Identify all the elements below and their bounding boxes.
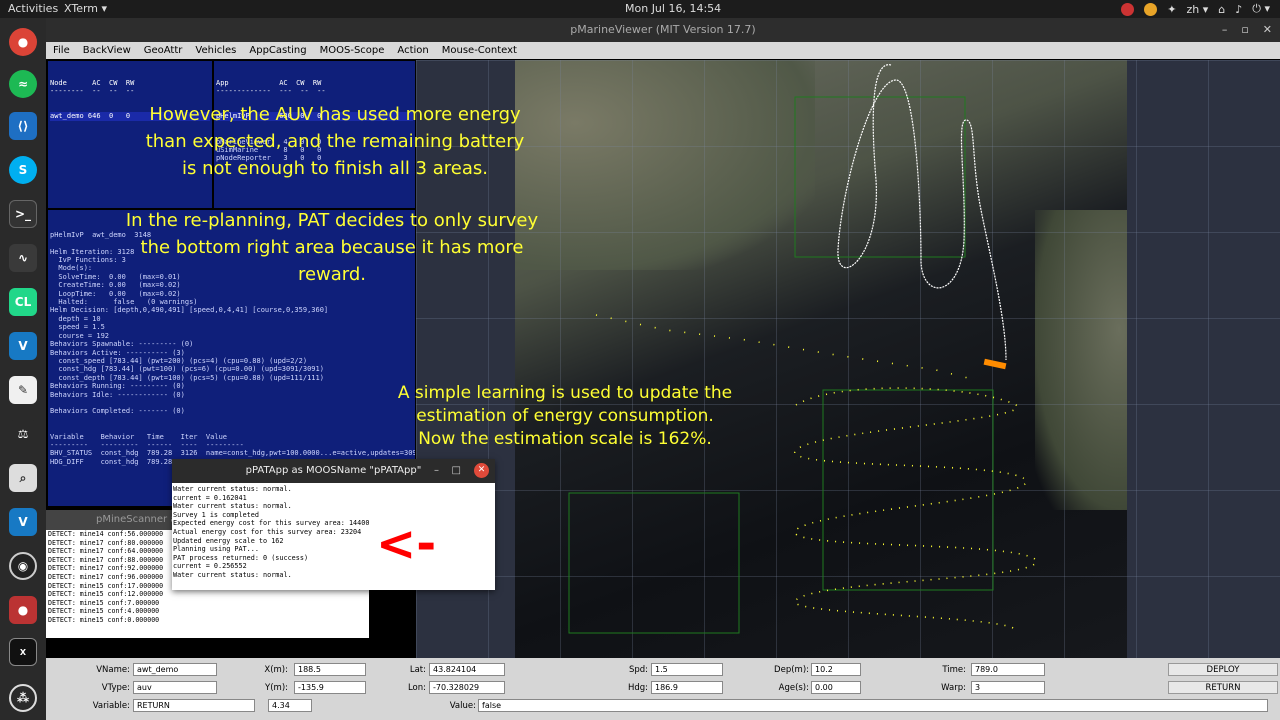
minimize-icon[interactable]: – xyxy=(434,459,439,483)
terminal-icon[interactable]: >_ xyxy=(9,200,37,228)
chrome-icon[interactable]: ● xyxy=(9,28,37,56)
menu-moos-scope[interactable]: MOOS-Scope xyxy=(320,42,385,59)
menu-bar: File BackView GeoAttr Vehicles AppCastin… xyxy=(46,42,1280,59)
vnc-icon[interactable]: V xyxy=(9,508,37,536)
menu-vehicles[interactable]: Vehicles xyxy=(195,42,236,59)
recorder-icon[interactable]: ● xyxy=(9,596,37,624)
ubuntu-apps-icon[interactable]: ⁂ xyxy=(9,684,37,712)
maximize-icon[interactable]: □ xyxy=(452,459,461,483)
spotify-icon[interactable]: ≈ xyxy=(9,70,37,98)
vname-label: VName: xyxy=(96,665,130,675)
minimize-icon[interactable]: – xyxy=(1222,18,1228,42)
lon-label: Lon: xyxy=(407,683,426,693)
close-icon[interactable]: ✕ xyxy=(474,463,489,478)
warp-label: Warp: xyxy=(941,683,966,693)
tm-field[interactable]: 4.34 xyxy=(268,699,312,712)
vnc-viewer-icon[interactable]: V xyxy=(9,332,37,360)
variable-label: Variable: xyxy=(92,701,130,711)
spd-label: Spd: xyxy=(628,665,648,675)
window-titlebar: pMarineViewer (MIT Version 17.7) – ▫ ✕ xyxy=(46,18,1280,42)
time-field[interactable]: 789.0 xyxy=(971,663,1045,676)
maximize-icon[interactable]: ▫ xyxy=(1241,18,1248,42)
window-title: pMarineViewer (MIT Version 17.7) xyxy=(570,23,756,36)
obs-tray-icon[interactable] xyxy=(1121,2,1135,16)
age-field[interactable]: 0.00 xyxy=(811,681,861,694)
chrome-tray-icon[interactable] xyxy=(1144,2,1158,16)
ppatapp-window[interactable]: pPATApp as MOOSName "pPATApp" – □ ✕ Wate… xyxy=(172,459,495,590)
tool-tray-icon[interactable]: ✦ xyxy=(1167,3,1176,16)
dep-label: Dep(m): xyxy=(774,665,809,675)
system-top-bar: Activities XTerm ▾ Mon Jul 16, 14:54 ✦ z… xyxy=(0,0,1280,18)
menu-geoattr[interactable]: GeoAttr xyxy=(144,42,183,59)
app-menu-xterm[interactable]: XTerm ▾ xyxy=(64,2,107,15)
annotation-learning-text: A simple learning is used to update the … xyxy=(397,383,733,449)
lat-label: Lat: xyxy=(409,665,426,675)
warp-field[interactable]: 3 xyxy=(971,681,1045,694)
system-tray[interactable]: ✦ zh ▾ ⌂ ♪ ⏻ ▾ xyxy=(1121,2,1270,16)
annotation-replan-text: In the re-planning, PAT decides to only … xyxy=(125,210,539,285)
auv-vehicle-marker[interactable] xyxy=(983,358,1007,370)
menu-mouse-context[interactable]: Mouse-Context xyxy=(442,42,517,59)
power-icon[interactable]: ⏻ ▾ xyxy=(1252,2,1270,16)
close-icon[interactable]: ✕ xyxy=(1263,18,1272,42)
app-list-header: App AC CW RW ------------- --- -- -- xyxy=(216,78,326,96)
system-monitor-icon[interactable]: ∿ xyxy=(9,244,37,272)
dep-field[interactable]: 10.2 xyxy=(811,663,861,676)
spd-field[interactable]: 1.5 xyxy=(651,663,723,676)
menu-backview[interactable]: BackView xyxy=(83,42,131,59)
clock[interactable]: Mon Jul 16, 14:54 xyxy=(625,2,721,15)
vehicle-track xyxy=(837,64,1007,361)
transit-path xyxy=(595,314,977,381)
hdg-field[interactable]: 186.9 xyxy=(651,681,723,694)
skype-icon[interactable]: S xyxy=(9,156,37,184)
x-label: X(m): xyxy=(264,665,288,675)
obs-icon[interactable]: ◉ xyxy=(9,552,37,580)
menu-appcasting[interactable]: AppCasting xyxy=(249,42,306,59)
scales-icon[interactable]: ⚖ xyxy=(9,420,37,448)
search-icon[interactable]: ⌕ xyxy=(9,464,37,492)
app-dock: ● ≈ ⟨⟩ S >_ ∿ CL V ✎ ⚖ ⌕ V ◉ ● X ⁂ xyxy=(0,18,46,720)
age-label: Age(s): xyxy=(778,683,809,693)
ppatapp-title: pPATApp as MOOSName "pPATApp" xyxy=(245,465,422,476)
annotation-energy: However, the AUV has used more energy th… xyxy=(90,101,580,182)
return-button[interactable]: RETURN xyxy=(1168,681,1278,694)
xterm-icon[interactable]: X xyxy=(9,638,37,666)
deploy-button[interactable]: DEPLOY xyxy=(1168,663,1278,676)
survey-area-bottom-left xyxy=(568,492,740,634)
volume-icon[interactable]: ♪ xyxy=(1235,3,1242,16)
y-label: Y(m): xyxy=(265,683,288,693)
value-field[interactable]: false xyxy=(478,699,1268,712)
activities-button[interactable]: Activities xyxy=(8,2,58,15)
annotation-arrow: <- xyxy=(376,516,437,572)
survey-area-top xyxy=(794,96,966,258)
planned-survey-path xyxy=(794,387,1037,631)
annotation-energy-text: However, the AUV has used more energy th… xyxy=(145,104,525,179)
survey-area-bottom-right xyxy=(822,389,994,591)
lon-field[interactable]: -70.328029 xyxy=(429,681,505,694)
annotation-learning: A simple learning is used to update the … xyxy=(355,382,775,451)
vname-field[interactable]: awt_demo xyxy=(133,663,217,676)
language-indicator[interactable]: zh ▾ xyxy=(1186,3,1208,16)
vtype-label: VType: xyxy=(101,683,130,693)
network-icon[interactable]: ⌂ xyxy=(1218,3,1225,16)
time-label: Time: xyxy=(942,665,966,675)
menu-action[interactable]: Action xyxy=(397,42,428,59)
ppatapp-log: Water current status: normal. current = … xyxy=(173,485,370,579)
lat-field[interactable]: 43.824104 xyxy=(429,663,505,676)
menu-file[interactable]: File xyxy=(53,42,70,59)
value-label: Value: xyxy=(449,701,476,711)
hdg-label: Hdg: xyxy=(627,683,648,693)
ppatapp-titlebar: pPATApp as MOOSName "pPATApp" – □ ✕ xyxy=(172,459,495,483)
node-list-header: Node AC CW RW -------- -- -- -- xyxy=(50,78,135,96)
vscode-icon[interactable]: ⟨⟩ xyxy=(9,112,37,140)
clion-icon[interactable]: CL xyxy=(9,288,37,316)
annotation-replan: In the re-planning, PAT decides to only … xyxy=(62,207,602,288)
vehicle-info-panel: VName: awt_demo VType: auv Variable: RET… xyxy=(46,658,1280,720)
text-editor-icon[interactable]: ✎ xyxy=(9,376,37,404)
vtype-field[interactable]: auv xyxy=(133,681,217,694)
